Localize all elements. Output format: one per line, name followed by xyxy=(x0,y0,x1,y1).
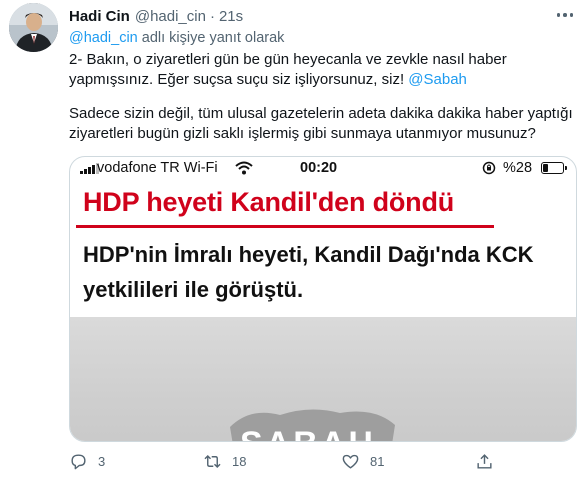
tweet-header: Hadi Cin @hadi_cin · 21s xyxy=(69,6,243,26)
carrier-label: vodafone TR Wi-Fi xyxy=(97,160,218,176)
battery-percent: %28 xyxy=(503,160,533,176)
headline-divider xyxy=(76,225,494,228)
heart-icon xyxy=(342,454,359,469)
tweet-text-line-2-body: yapmışsınız. Eğer suçsa suçu siz işliyor… xyxy=(69,71,409,88)
author-name[interactable]: Hadi Cin xyxy=(69,8,130,25)
like-count: 81 xyxy=(370,454,385,469)
tweet[interactable]: Hadi Cin @hadi_cin · 21s @hadi_cin adlı … xyxy=(0,0,587,487)
tweet-actions: 3 18 81 xyxy=(69,452,577,476)
retweet-icon xyxy=(204,454,221,469)
wifi-icon xyxy=(235,161,253,175)
news-headline: HDP heyeti Kandil'den döndü xyxy=(83,187,455,217)
phone-status-bar: vodafone TR Wi-Fi 00:20 %28 xyxy=(70,157,576,181)
more-options-icon[interactable] xyxy=(553,6,577,24)
battery-level-fill xyxy=(543,164,548,172)
replying-to: @hadi_cin adlı kişiye yanıt olarak xyxy=(69,30,284,46)
sabah-mention-link[interactable]: @Sabah xyxy=(408,71,467,88)
signal-icon xyxy=(80,163,99,174)
battery-icon xyxy=(541,162,567,174)
sabah-watermark-logo: SABAH xyxy=(230,409,395,442)
avatar[interactable] xyxy=(9,3,58,52)
reply-to-label: adlı kişiye yanıt olarak xyxy=(137,30,285,46)
tweet-text-line-4: ziyaretleri bugün gizli saklı işlermiş g… xyxy=(69,125,536,142)
share-icon xyxy=(477,454,492,469)
status-clock: 00:20 xyxy=(300,160,338,176)
reply-icon xyxy=(71,454,86,470)
retweet-button[interactable]: 18 xyxy=(203,452,246,471)
tweet-timestamp[interactable]: 21s xyxy=(219,8,243,25)
tweet-text-line-2: yapmışsınız. Eğer suçsa suçu siz işliyor… xyxy=(69,70,467,90)
separator-dot: · xyxy=(209,7,215,25)
news-subheadline: HDP'nin İmralı heyeti, Kandil Dağı'nda K… xyxy=(83,242,534,302)
svg-text:SABAH: SABAH xyxy=(240,425,376,442)
share-button[interactable] xyxy=(475,452,494,471)
orientation-lock-icon xyxy=(482,161,496,175)
tweet-text-line-3: Sadece sizin değil, tüm ulusal gazeteler… xyxy=(69,105,573,122)
tweet-text-line-1: 2- Bakın, o ziyaretleri gün be gün heyec… xyxy=(69,51,507,68)
retweet-count: 18 xyxy=(232,454,247,469)
like-button[interactable]: 81 xyxy=(341,452,384,471)
author-handle[interactable]: @hadi_cin xyxy=(135,8,206,25)
reply-to-mention-link[interactable]: @hadi_cin xyxy=(69,30,138,46)
news-photo: SABAH xyxy=(70,317,576,442)
reply-count: 3 xyxy=(98,454,106,469)
reply-button[interactable]: 3 xyxy=(69,452,105,471)
tweet-media-image[interactable]: vodafone TR Wi-Fi 00:20 %28 HDP heyeti K… xyxy=(69,156,577,442)
